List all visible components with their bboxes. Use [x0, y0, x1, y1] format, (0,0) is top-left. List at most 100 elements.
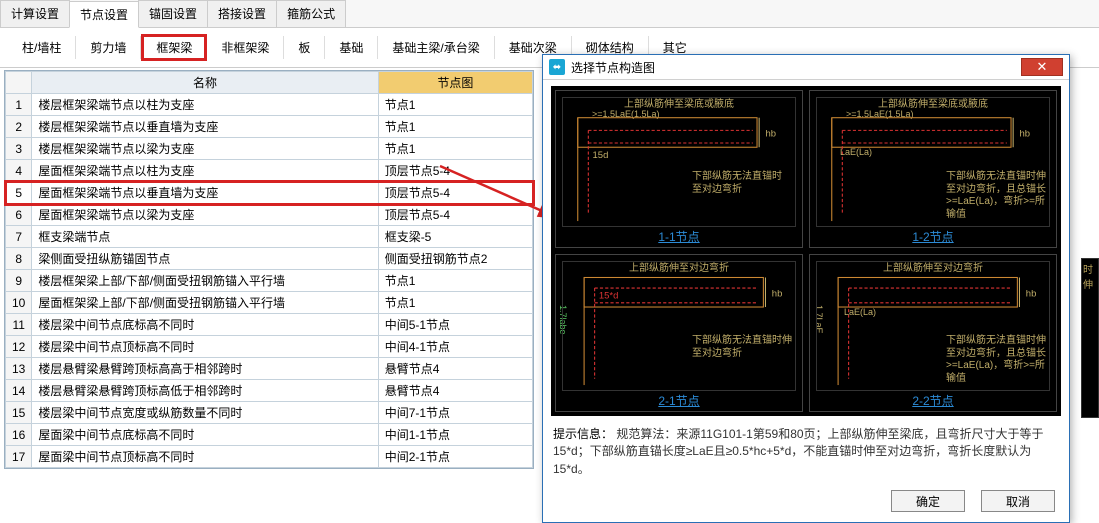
row-node: 中间4-1节点 — [378, 336, 532, 358]
row-index: 2 — [6, 116, 32, 138]
col-node: 节点图 — [378, 72, 532, 94]
tab-calc-settings[interactable]: 计算设置 — [0, 0, 70, 27]
table-row[interactable]: 1楼层框架梁端节点以柱为支座节点1 — [6, 94, 533, 116]
cell-link-1-1[interactable]: 1-1节点 — [556, 228, 802, 245]
row-index: 1 — [6, 94, 32, 116]
tab-anchor-settings[interactable]: 锚固设置 — [138, 0, 208, 27]
hint-text: 规范算法：来源11G101-1第59和80页；上部纵筋伸至梁底，且弯折尺寸大于等… — [553, 427, 1044, 476]
table-row[interactable]: 3楼层框架梁端节点以梁为支座节点1 — [6, 138, 533, 160]
cell-note: 下部纵筋无法直锚时伸 至对边弯折 — [692, 335, 792, 360]
dialog-titlebar: ⬌ 选择节点构造图 ✕ — [543, 55, 1069, 80]
table-row[interactable]: 17屋面梁中间节点顶标高不同时中间2-1节点 — [6, 446, 533, 468]
table-row[interactable]: 10屋面框架梁上部/下部/侧面受扭钢筋锚入平行墙节点1 — [6, 292, 533, 314]
subtab-slab[interactable]: 板 — [284, 36, 325, 59]
cell-dim2: LaE(La) — [840, 147, 872, 157]
close-button[interactable]: ✕ — [1021, 58, 1063, 76]
subtab-column-wall[interactable]: 柱/墙柱 — [8, 36, 76, 59]
cell-link-2-2[interactable]: 2-2节点 — [810, 392, 1056, 409]
subtab-nonframe-beam[interactable]: 非框架梁 — [207, 36, 284, 59]
row-index: 10 — [6, 292, 32, 314]
table-row[interactable]: 4屋面框架梁端节点以柱为支座顶层节点5-4 — [6, 160, 533, 182]
subtab-shear-wall[interactable]: 剪力墙 — [76, 36, 141, 59]
table-row[interactable]: 14楼层悬臂梁悬臂跨顶标高低于相邻跨时悬臂节点4 — [6, 380, 533, 402]
table-row[interactable]: 2楼层框架梁端节点以垂直墙为支座节点1 — [6, 116, 533, 138]
dialog-select-node: ⬌ 选择节点构造图 ✕ 上部纵筋伸至梁底或腋底 >=1.5LaE(1.5La) … — [542, 54, 1070, 523]
row-name: 框支梁端节点 — [32, 226, 378, 248]
tab-stirrup-formula[interactable]: 箍筋公式 — [276, 0, 346, 27]
row-node: 顶层节点5-4 — [378, 204, 532, 226]
col-index — [6, 72, 32, 94]
ok-button[interactable]: 确定 — [891, 490, 965, 512]
row-node: 中间5-1节点 — [378, 314, 532, 336]
cell-link-1-2[interactable]: 1-2节点 — [810, 228, 1056, 245]
cad-preview: 15*d hb — [562, 261, 796, 391]
row-node: 中间2-1节点 — [378, 446, 532, 468]
background-peek: 时伸 — [1081, 258, 1099, 418]
hint-label: 提示信息： — [553, 427, 613, 441]
row-name: 屋面框架梁端节点以柱为支座 — [32, 160, 378, 182]
row-node: 节点1 — [378, 116, 532, 138]
dialog-body: 上部纵筋伸至梁底或腋底 >=1.5LaE(1.5La) hb 15d 下部纵筋无… — [543, 80, 1069, 420]
row-name: 楼层悬臂梁悬臂跨顶标高高于相邻跨时 — [32, 358, 378, 380]
row-name: 楼层框架梁端节点以柱为支座 — [32, 94, 378, 116]
cell-link-2-1[interactable]: 2-1节点 — [556, 392, 802, 409]
table-row[interactable]: 15楼层梁中间节点宽度或纵筋数量不同时中间7-1节点 — [6, 402, 533, 424]
node-cell-2-2[interactable]: 上部纵筋伸至对边弯折 1.7LaE hb LaE(La) 下部纵筋无法直锚时伸 … — [809, 254, 1057, 412]
table-row[interactable]: 5屋面框架梁端节点以垂直墙为支座顶层节点5-4 — [6, 182, 533, 204]
table-row[interactable]: 7框支梁端节点框支梁-5 — [6, 226, 533, 248]
table-row[interactable]: 11楼层梁中间节点底标高不同时中间5-1节点 — [6, 314, 533, 336]
cell-note: 下部纵筋无法直锚时 至对边弯折 — [692, 171, 792, 196]
table-row[interactable]: 16屋面梁中间节点底标高不同时中间1-1节点 — [6, 424, 533, 446]
cell-mid-dim: LaE(La) — [844, 307, 876, 317]
row-name: 楼层框架梁端节点以垂直墙为支座 — [32, 116, 378, 138]
row-index: 9 — [6, 270, 32, 292]
table-row[interactable]: 12楼层梁中间节点顶标高不同时中间4-1节点 — [6, 336, 533, 358]
row-name: 楼层悬臂梁悬臂跨顶标高低于相邻跨时 — [32, 380, 378, 402]
row-node: 侧面受扭钢筋节点2 — [378, 248, 532, 270]
subtab-foundation-main-beam[interactable]: 基础主梁/承台梁 — [378, 36, 494, 59]
row-name: 屋面框架梁端节点以垂直墙为支座 — [32, 182, 378, 204]
node-table: 名称 节点图 1楼层框架梁端节点以柱为支座节点12楼层框架梁端节点以垂直墙为支座… — [5, 71, 533, 468]
node-cell-2-1[interactable]: 上部纵筋伸至对边弯折 1.7labe 15*d hb 下部纵筋无法直锚时伸 至对… — [555, 254, 803, 412]
table-row[interactable]: 6屋面框架梁端节点以梁为支座顶层节点5-4 — [6, 204, 533, 226]
subtab-foundation[interactable]: 基础 — [325, 36, 378, 59]
node-cell-1-2[interactable]: 上部纵筋伸至梁底或腋底 >=1.5LaE(1.5La) hb LaE(La) 下… — [809, 90, 1057, 248]
row-name: 楼层框架梁上部/下部/侧面受扭钢筋锚入平行墙 — [32, 270, 378, 292]
row-node: 悬臂节点4 — [378, 380, 532, 402]
subtab-frame-beam[interactable]: 框架梁 — [141, 34, 207, 61]
col-name: 名称 — [32, 72, 378, 94]
svg-text:hb: hb — [1026, 288, 1037, 299]
top-tabs: 计算设置 节点设置 锚固设置 搭接设置 箍筋公式 — [0, 0, 1099, 28]
row-index: 11 — [6, 314, 32, 336]
row-node: 节点1 — [378, 138, 532, 160]
row-index: 4 — [6, 160, 32, 182]
row-index: 13 — [6, 358, 32, 380]
app-icon: ⬌ — [549, 59, 565, 75]
dialog-title: 选择节点构造图 — [571, 59, 1021, 76]
row-name: 梁侧面受扭纵筋锚固节点 — [32, 248, 378, 270]
row-name: 楼层框架梁端节点以梁为支座 — [32, 138, 378, 160]
node-preview-grid: 上部纵筋伸至梁底或腋底 >=1.5LaE(1.5La) hb 15d 下部纵筋无… — [551, 86, 1061, 416]
row-name: 楼层梁中间节点宽度或纵筋数量不同时 — [32, 402, 378, 424]
cell-note: 下部纵筋无法直锚时伸 至对边弯折，且总锚长 >=LaE(La)，弯折>=所输值 — [946, 335, 1046, 385]
tab-node-settings[interactable]: 节点设置 — [69, 1, 139, 28]
row-name: 屋面梁中间节点顶标高不同时 — [32, 446, 378, 468]
svg-text:hb: hb — [1019, 129, 1030, 140]
cell-note: 下部纵筋无法直锚时伸 至对边弯折，且总锚长 >=LaE(La)，弯折>=所输值 — [946, 171, 1046, 221]
row-name: 楼层梁中间节点底标高不同时 — [32, 314, 378, 336]
svg-text:hb: hb — [765, 129, 776, 140]
table-row[interactable]: 9楼层框架梁上部/下部/侧面受扭钢筋锚入平行墙节点1 — [6, 270, 533, 292]
table-row[interactable]: 13楼层悬臂梁悬臂跨顶标高高于相邻跨时悬臂节点4 — [6, 358, 533, 380]
svg-text:15*d: 15*d — [599, 291, 619, 302]
row-node: 中间1-1节点 — [378, 424, 532, 446]
row-name: 屋面框架梁端节点以梁为支座 — [32, 204, 378, 226]
row-index: 8 — [6, 248, 32, 270]
cancel-button[interactable]: 取消 — [981, 490, 1055, 512]
tab-lap-settings[interactable]: 搭接设置 — [207, 0, 277, 27]
row-index: 14 — [6, 380, 32, 402]
row-index: 3 — [6, 138, 32, 160]
table-row[interactable]: 8梁侧面受扭纵筋锚固节点侧面受扭钢筋节点2 — [6, 248, 533, 270]
node-cell-1-1[interactable]: 上部纵筋伸至梁底或腋底 >=1.5LaE(1.5La) hb 15d 下部纵筋无… — [555, 90, 803, 248]
row-node: 框支梁-5 — [378, 226, 532, 248]
row-index: 7 — [6, 226, 32, 248]
